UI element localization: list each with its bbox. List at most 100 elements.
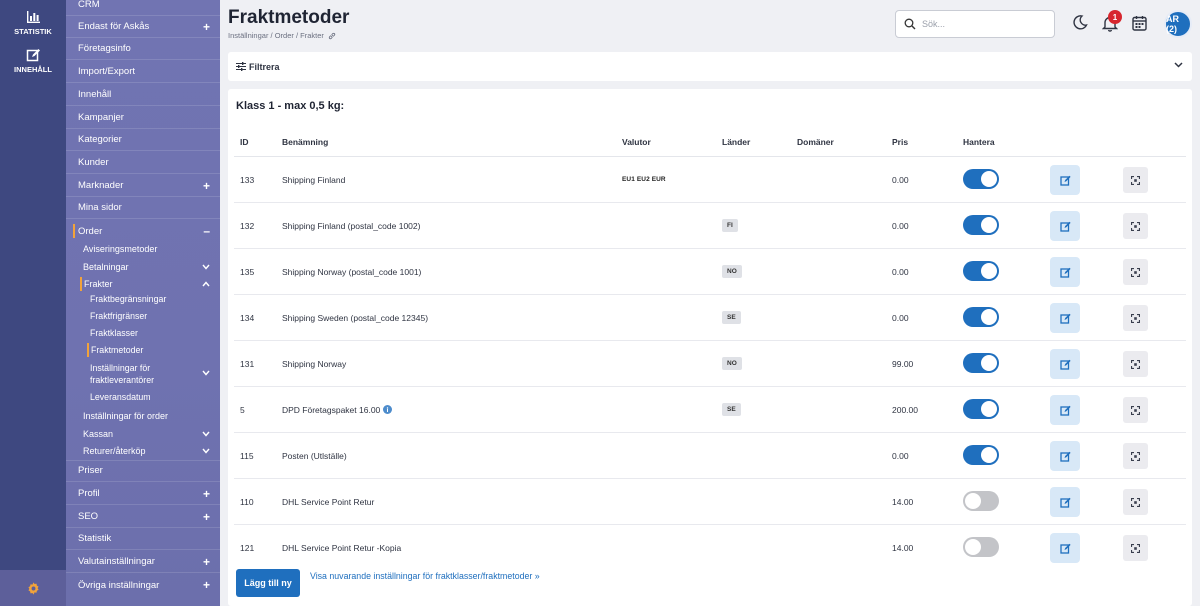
sidebar-sub-kassan[interactable]: Kassan	[66, 427, 220, 441]
calendar-icon[interactable]	[1132, 15, 1147, 31]
toggle-knob	[965, 493, 981, 509]
sidebar-item-priser[interactable]: Priser	[66, 460, 220, 482]
sidebar-item-mina-sidor[interactable]: Mina sidor	[66, 197, 220, 219]
expand-details-button[interactable]	[1123, 305, 1148, 331]
sidebar-sub-returer[interactable]: Returer/återköp	[66, 444, 220, 458]
sidebar-sub-fraktbegransningar[interactable]: Fraktbegränsningar	[66, 292, 220, 306]
settings-button[interactable]	[0, 570, 66, 606]
sidebar-item-marknader[interactable]: Marknader +	[66, 175, 220, 197]
expand-details-button[interactable]	[1123, 443, 1148, 469]
cell-currencies: EU1 EU2 EUR	[622, 157, 666, 202]
sidebar-sub-leveransdatum[interactable]: Leveransdatum	[66, 390, 220, 404]
expand-icon[interactable]: +	[203, 579, 210, 591]
active-toggle[interactable]	[963, 261, 999, 281]
edit-button[interactable]	[1050, 349, 1080, 379]
sidebar-item-label: Mina sidor	[78, 202, 122, 213]
edit-button[interactable]	[1050, 487, 1080, 517]
sidebar-item-valutainstallningar[interactable]: Valutainställningar +	[66, 551, 220, 573]
sidebar-item-label: Endast för Askås	[78, 21, 150, 32]
edit-button[interactable]	[1050, 257, 1080, 287]
active-toggle[interactable]	[963, 169, 999, 189]
expand-details-button[interactable]	[1123, 213, 1148, 239]
country-tag: NO	[722, 357, 742, 370]
expand-icon[interactable]: +	[203, 180, 210, 192]
edit-icon	[26, 49, 40, 62]
sidebar-item-profil[interactable]: Profil +	[66, 483, 220, 505]
search-icon	[904, 18, 916, 30]
edit-button[interactable]	[1050, 303, 1080, 333]
sidebar-sub-frakter[interactable]: Frakter	[66, 277, 220, 291]
breadcrumb-text[interactable]: Inställningar / Order / Frakter	[228, 31, 324, 40]
edit-button[interactable]	[1050, 395, 1080, 425]
expand-icon[interactable]: +	[203, 488, 210, 500]
sidebar-item-crm[interactable]: CRM	[66, 0, 220, 16]
sidebar-item-kategorier[interactable]: Kategorier	[66, 129, 220, 151]
sidebar-item-seo[interactable]: SEO +	[66, 506, 220, 528]
chevron-down-icon[interactable]	[202, 431, 210, 437]
sidebar-item-foretagsinfo[interactable]: Företagsinfo	[66, 38, 220, 60]
sidebar-sub-installningar-for-order[interactable]: Inställningar för order	[66, 409, 220, 423]
table-row: 115 Posten (Utlställe) 0.00	[234, 433, 1186, 479]
active-toggle[interactable]	[963, 491, 999, 511]
expand-details-button[interactable]	[1123, 397, 1148, 423]
sidebar-sub-installningar-fraktleverantorer[interactable]: Inställningar för fraktleverantörer	[66, 362, 220, 386]
active-toggle[interactable]	[963, 537, 999, 557]
expand-details-button[interactable]	[1123, 259, 1148, 285]
search-box[interactable]	[895, 10, 1055, 38]
rail-label-innehall: INNEHÅLL	[14, 65, 52, 74]
sidebar-sub-fraktmetoder[interactable]: Fraktmetoder	[66, 343, 220, 357]
active-toggle[interactable]	[963, 353, 999, 373]
active-toggle[interactable]	[963, 215, 999, 235]
gear-icon	[27, 581, 39, 595]
edit-button[interactable]	[1050, 165, 1080, 195]
dark-mode-moon-icon[interactable]	[1072, 14, 1088, 30]
expand-details-button[interactable]	[1123, 351, 1148, 377]
collapse-icon[interactable]: –	[203, 225, 210, 237]
active-toggle[interactable]	[963, 399, 999, 419]
expand-icon[interactable]: +	[203, 556, 210, 568]
sidebar-sub-fraktklasser[interactable]: Fraktklasser	[66, 326, 220, 340]
filter-toggle[interactable]: Filtrera	[228, 52, 1192, 81]
chevron-down-icon[interactable]	[1174, 62, 1183, 68]
icon-rail: STATISTIK INNEHÅLL	[0, 0, 66, 606]
user-avatar[interactable]: AR (2)	[1164, 10, 1192, 38]
table-row: 132 Shipping Finland (postal_code 1002) FI…	[234, 203, 1186, 249]
expand-details-button[interactable]	[1123, 167, 1148, 193]
rail-item-statistik[interactable]: STATISTIK	[0, 10, 66, 36]
column-header-countries: Länder	[722, 137, 751, 147]
rail-item-innehall[interactable]: INNEHÅLL	[0, 48, 66, 74]
sidebar-sub-aviseringsmetoder[interactable]: Aviseringsmetoder	[66, 242, 220, 256]
chevron-down-icon[interactable]	[202, 264, 210, 270]
chevron-down-icon[interactable]	[202, 448, 210, 454]
show-current-settings-link[interactable]: Visa nuvarande inställningar för fraktkl…	[310, 571, 540, 581]
search-input[interactable]	[922, 19, 1042, 29]
add-new-button[interactable]: Lägg till ny	[236, 569, 300, 597]
expand-icon[interactable]: +	[203, 511, 210, 523]
sidebar-item-label: Företagsinfo	[78, 43, 131, 54]
sidebar-item-kunder[interactable]: Kunder	[66, 152, 220, 174]
link-icon[interactable]	[328, 32, 336, 40]
sidebar-sub-fraktfrigranser[interactable]: Fraktfrigränser	[66, 309, 220, 323]
info-icon[interactable]	[383, 405, 393, 414]
sidebar-item-statistik[interactable]: Statistik	[66, 528, 220, 550]
sidebar-sub-label: Betalningar	[83, 262, 129, 272]
sidebar-item-label: Övriga inställningar	[78, 579, 160, 591]
sidebar-item-innehall[interactable]: Innehåll	[66, 84, 220, 106]
sidebar-item-endast-for-askas[interactable]: Endast för Askås +	[66, 16, 220, 38]
chevron-up-icon[interactable]	[202, 281, 210, 287]
sidebar-item-order[interactable]: Order –	[66, 220, 220, 242]
active-toggle[interactable]	[963, 445, 999, 465]
sidebar-item-ovriga-installningar[interactable]: Övriga inställningar +	[66, 574, 220, 596]
sidebar-item-kampanjer[interactable]: Kampanjer	[66, 107, 220, 129]
chevron-down-icon[interactable]	[202, 370, 210, 376]
expand-details-button[interactable]	[1123, 535, 1148, 561]
expand-icon[interactable]: +	[203, 21, 210, 33]
expand-details-button[interactable]	[1123, 489, 1148, 515]
sidebar-item-import-export[interactable]: Import/Export	[66, 61, 220, 83]
active-toggle[interactable]	[963, 307, 999, 327]
sidebar-sub-betalningar[interactable]: Betalningar	[66, 260, 220, 274]
notification-badge[interactable]: 1	[1108, 10, 1122, 24]
edit-button[interactable]	[1050, 533, 1080, 563]
edit-button[interactable]	[1050, 441, 1080, 471]
edit-button[interactable]	[1050, 211, 1080, 241]
